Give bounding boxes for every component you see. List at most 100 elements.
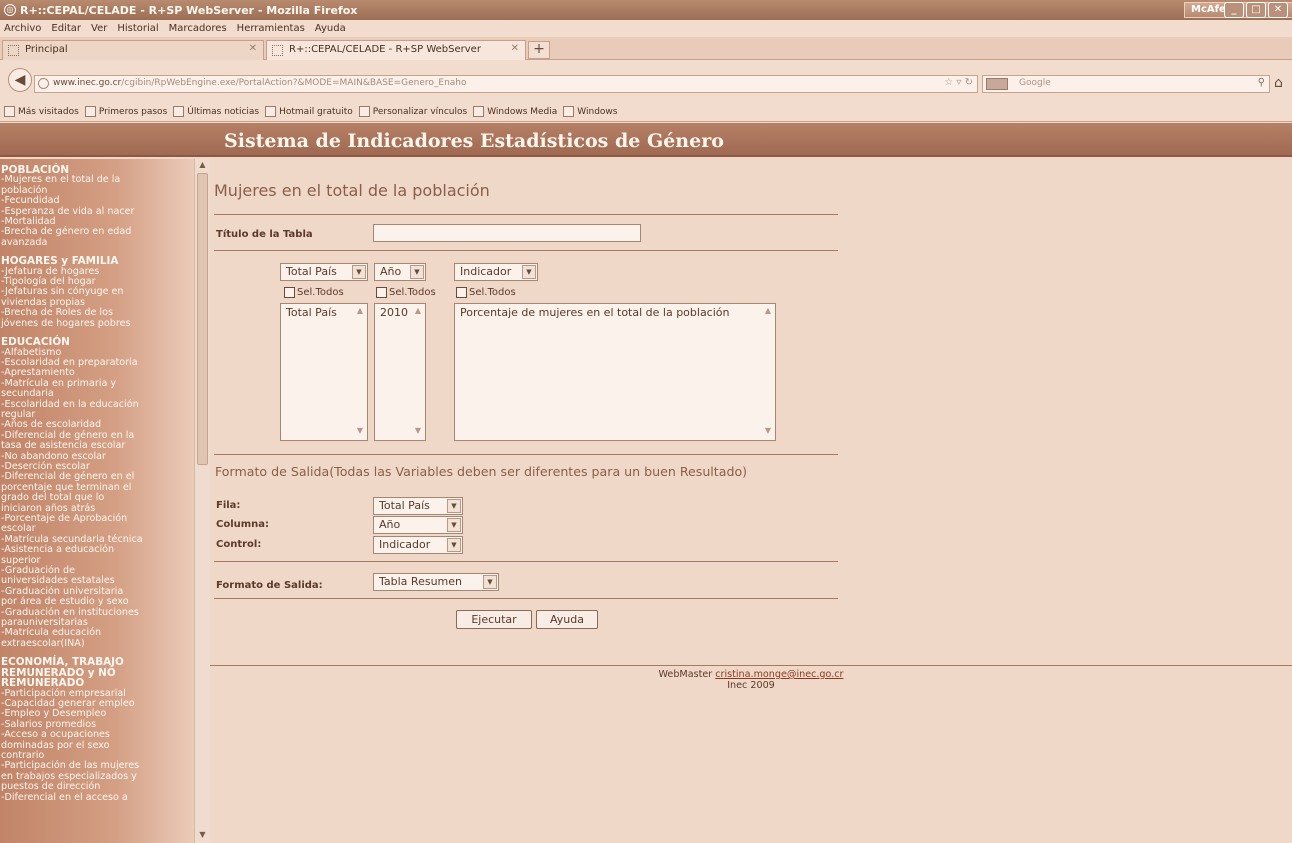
fila-select-value: Total País [379, 499, 430, 512]
region-listbox[interactable]: Total País ▲ ▼ [280, 303, 368, 441]
close-window-icon[interactable]: ✕ [1268, 2, 1288, 18]
scroll-up-icon[interactable]: ▲ [412, 306, 424, 318]
divider [214, 598, 838, 599]
menu-bar: Archivo Editar Ver Historial Marcadores … [0, 20, 1292, 37]
back-arrow-icon[interactable]: ◀ [8, 68, 32, 92]
maximize-icon[interactable]: □ [1246, 2, 1266, 18]
formato-label: Formato de Salida: [216, 580, 323, 591]
site-title: Sistema de Indicadores Estadísticos de G… [224, 130, 724, 152]
tab-bar: Principal ✕ R+::CEPAL/CELADE - R+SP WebS… [0, 37, 1292, 60]
menu-herramientas[interactable]: Herramientas [237, 23, 305, 34]
sidebar-content: POBLACIÓN -Mujeres en el total de la pobla… [0, 159, 194, 803]
mcafee-toolbar[interactable]: McAfee ▼ [1184, 2, 1292, 18]
divider [214, 214, 838, 215]
sidebar-link[interactable]: tasa de asistencia escolar [1, 440, 194, 451]
sidebar-link[interactable]: puestos de dirección [1, 781, 194, 792]
close-tab-icon[interactable]: ✕ [249, 43, 257, 54]
scroll-down-icon[interactable]: ▼ [196, 830, 209, 842]
bookmark-mas-visitados[interactable]: Más visitados [4, 106, 79, 117]
url-host: www.inec.go.cr [53, 78, 122, 88]
rss-icon [173, 106, 185, 117]
indicator-select[interactable]: Indicador ▼ [454, 263, 538, 281]
menu-historial[interactable]: Historial [117, 23, 158, 34]
scroll-down-icon[interactable]: ▼ [762, 426, 774, 438]
menu-archivo[interactable]: Archivo [4, 23, 41, 34]
run-button[interactable]: Ejecutar [456, 610, 532, 629]
sidebar-scrollbar[interactable]: ▲ ▼ [194, 159, 210, 843]
bookmark-windows-media[interactable]: Windows Media [473, 106, 557, 117]
tab-label: Principal [25, 44, 68, 55]
close-tab-icon[interactable]: ✕ [511, 43, 519, 54]
bookmark-personalizar[interactable]: Personalizar vínculos [358, 106, 468, 117]
year-listbox[interactable]: 2010 ▲ ▼ [374, 303, 426, 441]
formato-select-value: Tabla Resumen [379, 575, 462, 588]
menu-editar[interactable]: Editar [51, 23, 81, 34]
chevron-down-icon: ▼ [447, 538, 461, 552]
menu-ver[interactable]: Ver [91, 23, 107, 34]
year-select-value: Año [380, 265, 402, 278]
region-select[interactable]: Total País ▼ [280, 263, 368, 281]
indicator-select-all[interactable]: Sel.Todos [456, 287, 516, 298]
bookmark-star-icon[interactable]: ☆ ▿ ↻ [944, 77, 973, 88]
checkbox-label: Sel.Todos [469, 287, 516, 298]
bookmark-primeros-pasos[interactable]: Primeros pasos [84, 106, 167, 117]
scroll-up-icon[interactable]: ▲ [196, 160, 209, 172]
new-tab-button[interactable]: + [528, 41, 550, 59]
chevron-down-icon: ▼ [483, 575, 497, 589]
divider [214, 561, 838, 562]
sidebar-link[interactable]: -Acceso a ocupaciones [1, 729, 194, 740]
bookmark-windows[interactable]: Windows [563, 106, 617, 117]
home-icon[interactable]: ⌂ [1274, 75, 1283, 91]
region-select-value: Total País [286, 265, 337, 278]
output-section-title: Formato de Salida(Todas las Variables de… [215, 464, 748, 479]
sidebar-link[interactable]: -Diferencial en el acceso a [1, 792, 194, 803]
indicator-select-value: Indicador [460, 265, 512, 278]
globe-icon [38, 78, 49, 89]
columna-select[interactable]: Año ▼ [373, 516, 463, 534]
scroll-down-icon[interactable]: ▼ [412, 426, 424, 438]
bookmark-folder-icon [4, 106, 15, 117]
columna-select-value: Año [379, 518, 401, 531]
webmaster-email-link[interactable]: cristina.monge@inec.go.cr [715, 669, 843, 680]
divider [214, 250, 838, 251]
scroll-up-icon[interactable]: ▲ [354, 306, 366, 318]
sidebar-link[interactable]: secundaria [1, 388, 194, 399]
bookmark-label: Hotmail gratuito [279, 106, 353, 117]
scroll-thumb[interactable] [197, 173, 208, 465]
scroll-up-icon[interactable]: ▲ [762, 306, 774, 318]
list-item[interactable]: Porcentaje de mujeres en el total de la … [460, 306, 775, 319]
search-bar[interactable]: Google ⚲ [982, 75, 1270, 93]
year-select-all[interactable]: Sel.Todos [376, 287, 436, 298]
table-title-input[interactable] [373, 224, 641, 242]
window-titlebar: ◎ R+::CEPAL/CELADE - R+SP WebServer - Mo… [0, 0, 1292, 20]
footer: WebMaster cristina.monge@inec.go.cr Inec… [210, 669, 1292, 691]
checkbox-label: Sel.Todos [297, 287, 344, 298]
footer-divider [210, 665, 1292, 666]
sidebar-link[interactable]: extraescolar(INA) [1, 638, 194, 649]
url-path: /cgibin/RpWebEngine.exe/PortalAction?&MO… [121, 78, 467, 88]
menu-ayuda[interactable]: Ayuda [315, 23, 346, 34]
menu-marcadores[interactable]: Marcadores [169, 23, 227, 34]
checkbox[interactable] [376, 287, 387, 298]
bookmark-hotmail[interactable]: Hotmail gratuito [265, 106, 353, 117]
tab-principal[interactable]: Principal ✕ [2, 40, 264, 60]
year-select[interactable]: Año ▼ [374, 263, 426, 281]
region-select-all[interactable]: Sel.Todos [284, 287, 344, 298]
checkbox[interactable] [456, 287, 467, 298]
control-select[interactable]: Indicador ▼ [373, 536, 463, 554]
indicator-listbox[interactable]: Porcentaje de mujeres en el total de la … [454, 303, 776, 441]
scroll-down-icon[interactable]: ▼ [354, 426, 366, 438]
bookmark-label: Personalizar vínculos [372, 106, 468, 117]
checkbox[interactable] [284, 287, 295, 298]
sidebar-link[interactable]: jóvenes de hogares pobres [1, 318, 194, 329]
sidebar-link[interactable]: avanzada [1, 237, 194, 248]
fila-select[interactable]: Total País ▼ [373, 497, 463, 515]
minimize-icon[interactable]: _ [1224, 2, 1244, 18]
search-engine-icon[interactable] [986, 78, 1008, 90]
search-icon[interactable]: ⚲ [1258, 77, 1265, 88]
formato-select[interactable]: Tabla Resumen ▼ [373, 573, 499, 591]
help-button[interactable]: Ayuda [536, 610, 598, 629]
bookmark-ultimas-noticias[interactable]: Últimas noticias [173, 106, 259, 117]
url-bar[interactable]: www.inec.go.cr/cgibin/RpWebEngine.exe/Po… [34, 75, 978, 93]
tab-rplus[interactable]: R+::CEPAL/CELADE - R+SP WebServer ✕ [266, 40, 526, 60]
